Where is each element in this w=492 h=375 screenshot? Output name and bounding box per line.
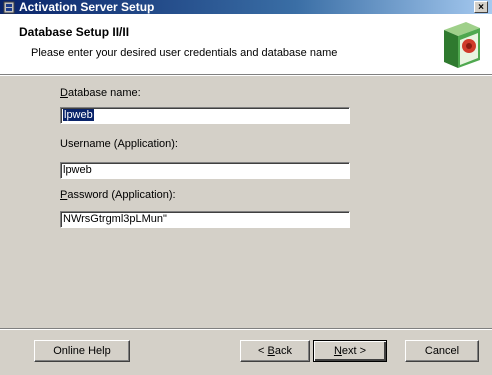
close-button[interactable]: ×: [474, 1, 488, 13]
username-value: lpweb: [63, 164, 92, 176]
footer-separator: [0, 328, 492, 330]
database-name-label: Database name:: [60, 87, 141, 99]
page-title: Database Setup II/II: [19, 25, 130, 39]
password-label: Password (Application):: [60, 189, 176, 201]
password-field[interactable]: NWrsGtrgml3pLMun": [60, 211, 350, 228]
page-subtitle: Please enter your desired user credentia…: [31, 47, 338, 59]
database-name-value: lpweb: [63, 109, 94, 121]
window-title: Activation Server Setup: [19, 0, 155, 14]
cancel-button[interactable]: Cancel: [405, 340, 479, 362]
password-value: NWrsGtrgml3pLMun": [63, 213, 167, 225]
username-label: Username (Application):: [60, 138, 178, 150]
back-button[interactable]: < Back: [240, 340, 310, 362]
close-icon: ×: [478, 2, 484, 13]
title-bar: Activation Server Setup ×: [0, 0, 492, 14]
setup-app-icon: [3, 1, 15, 14]
username-field[interactable]: lpweb: [60, 162, 350, 179]
online-help-button[interactable]: Online Help: [34, 340, 130, 362]
wizard-header: Database Setup II/II Please enter your d…: [0, 14, 492, 74]
product-box-logo: [444, 22, 480, 68]
next-button[interactable]: Next >: [313, 340, 387, 362]
database-name-field[interactable]: lpweb: [60, 107, 350, 124]
header-separator: [0, 74, 492, 76]
